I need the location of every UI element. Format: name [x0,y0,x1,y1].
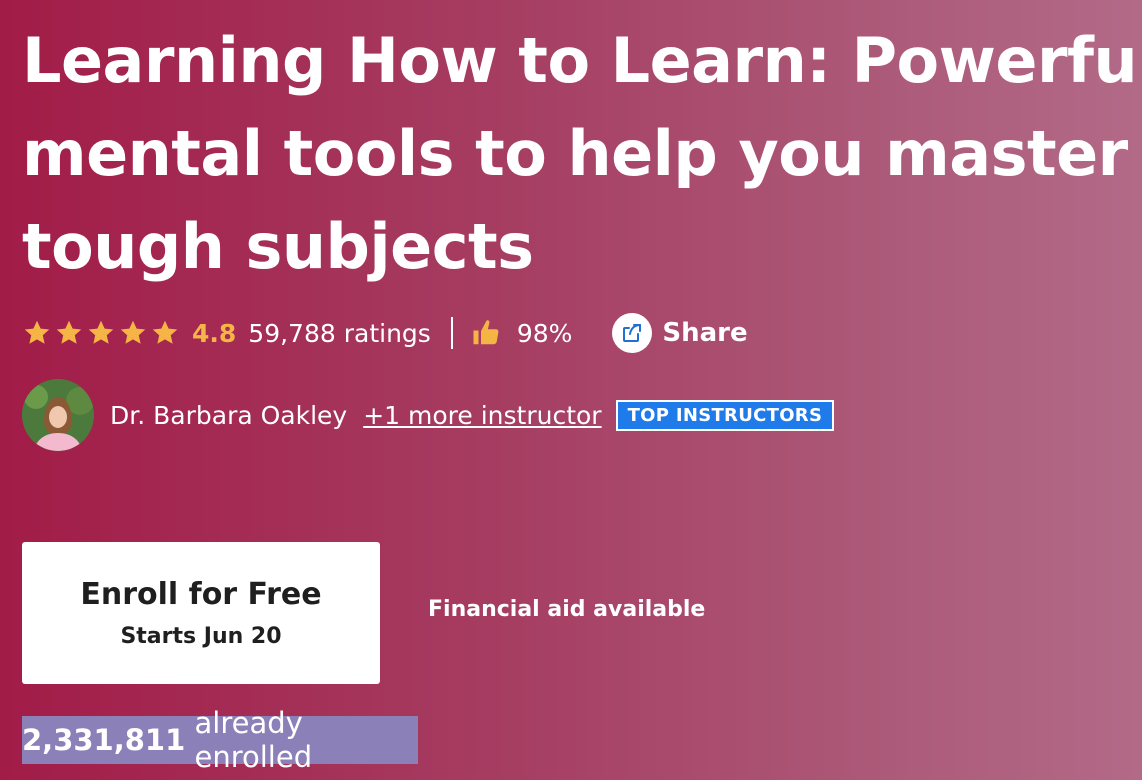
course-title: Learning How to Learn: Powerful mental t… [22,14,1142,293]
star-icon [86,318,116,348]
instructor-name[interactable]: Dr. Barbara Oakley [110,401,347,430]
star-rating [22,318,180,348]
enroll-button[interactable]: Enroll for Free Starts Jun 20 [22,542,380,684]
more-instructor-link[interactable]: +1 more instructor [363,401,601,430]
rating-row: 4.8 59,788 ratings 98% Share [22,312,748,354]
star-icon [150,318,180,348]
enroll-label: Enroll for Free [80,577,322,612]
top-instructors-badge: TOP INSTRUCTORS [615,399,835,431]
avatar[interactable] [22,379,94,451]
share-label: Share [662,318,748,348]
enrolled-suffix: already enrolled [194,706,313,774]
rating-value: 4.8 [192,318,237,348]
share-button[interactable]: Share [612,313,748,353]
instructor-row: Dr. Barbara Oakley +1 more instructor TO… [22,378,835,452]
enrolled-number: 2,331,811 [22,723,186,757]
star-icon [118,318,148,348]
divider [450,317,453,349]
share-icon [612,313,653,353]
approval-percent: 98% [516,318,573,348]
star-icon [22,318,52,348]
financial-aid-link[interactable]: Financial aid available [428,597,705,622]
course-title-line-2: mental tools to help you master [22,117,1128,190]
course-title-line-1: Learning How to Learn: Powerful [22,24,1142,97]
ratings-count[interactable]: 59,788 ratings [248,319,431,348]
start-date: Starts Jun 20 [120,624,282,649]
enrolled-count: 2,331,811 already enrolled [22,706,418,774]
star-icon [54,318,84,348]
thumbs-up-icon [471,318,501,348]
course-title-line-3: tough subjects [22,210,534,283]
